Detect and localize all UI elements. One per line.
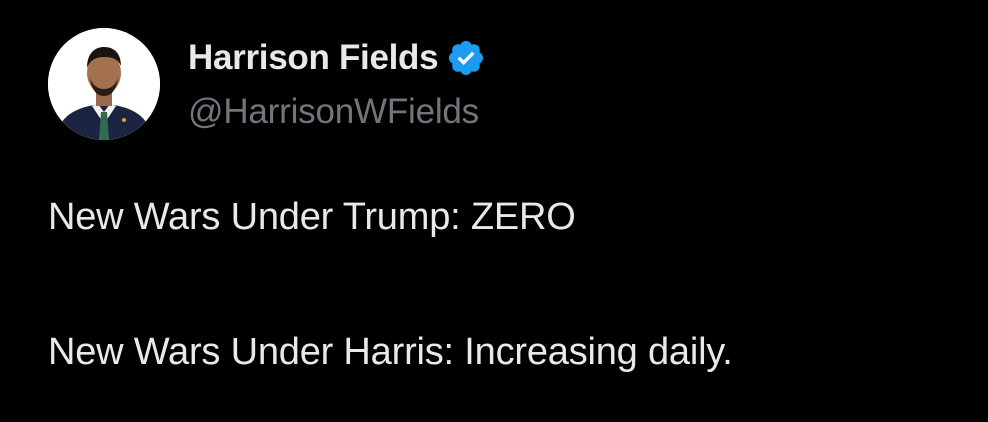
author-name-row: Harrison Fields	[188, 36, 486, 80]
tweet-card: Harrison Fields @HarrisonWFields New War…	[0, 0, 988, 422]
profile-photo-icon	[48, 28, 160, 140]
tweet-text-line-2: New Wars Under Harris: Increasing daily.	[48, 331, 733, 373]
tweet-text-line-1: New Wars Under Trump: ZERO	[48, 196, 576, 238]
avatar[interactable]	[48, 28, 160, 140]
verified-badge-icon[interactable]	[446, 38, 486, 78]
display-name[interactable]: Harrison Fields	[188, 38, 439, 78]
author-handle[interactable]: @HarrisonWFields	[188, 92, 479, 132]
